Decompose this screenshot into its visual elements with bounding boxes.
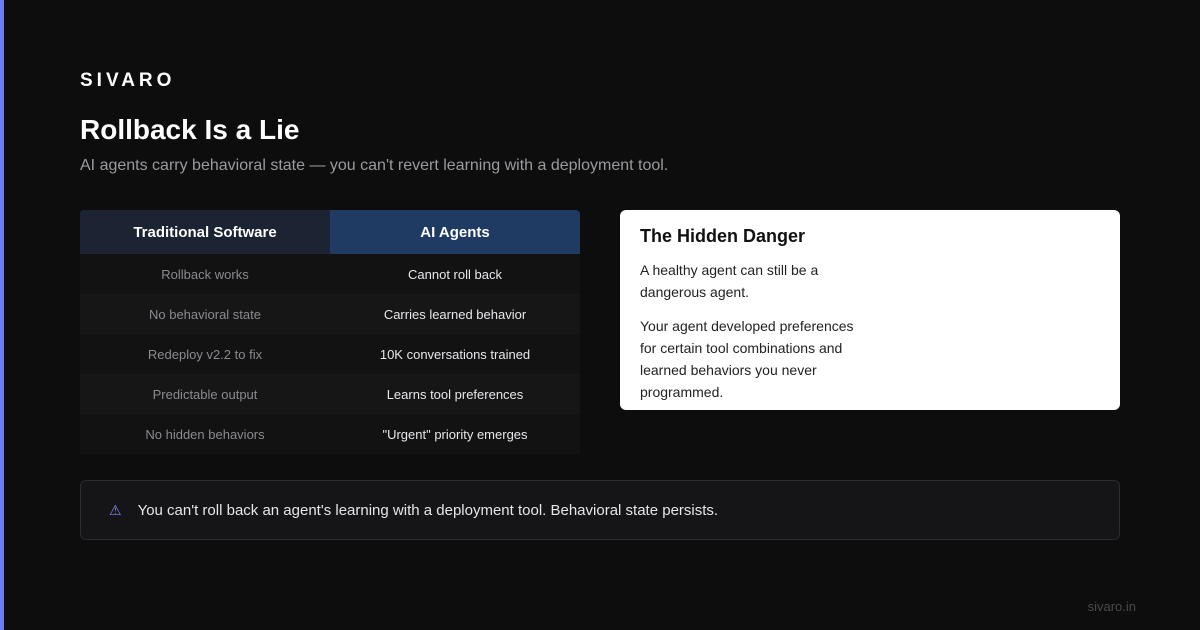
header-traditional-software: Traditional Software [80,210,330,254]
danger-card-paragraph: A healthy agent can still be a dangerous… [640,262,819,300]
ai-agent-cell: Cannot roll back [408,266,502,282]
page-title: Rollback Is a Lie [80,114,300,145]
ai-agent-cell: 10K conversations trained [379,346,531,362]
warning-triangle-icon: ⚠ [109,501,122,518]
slide: SIVARO Rollback Is a Lie AI agents carry… [0,0,1200,630]
page-subtitle: AI agents carry behavioral state — you c… [80,157,669,174]
brand-logo: SIVARO [80,70,176,91]
ai-agent-cell: Carries learned behavior [383,306,527,322]
ai-agent-cell: "Urgent" priority emerges [382,426,528,442]
accent-bar [0,0,4,630]
warning-callout: ⚠ You can't roll back an agent's learnin… [80,480,1120,540]
traditional-cell: Redeploy v2.2 to fix [147,346,263,362]
danger-card-title: The Hidden Danger [640,226,806,246]
table-row: No hidden behaviors "Urgent" priority em… [80,414,580,454]
comparison-table: Traditional Software AI Agents Rollback … [80,210,580,454]
header-ai-agents: AI Agents [330,210,580,254]
traditional-cell: No hidden behaviors [145,426,265,442]
danger-card-paragraph: Your agent developed preferences for cer… [640,318,854,400]
table-row: Predictable output Learns tool preferenc… [80,374,580,414]
table-row: Rollback works Cannot roll back [80,254,580,294]
traditional-cell: Rollback works [161,266,249,282]
traditional-cell: No behavioral state [148,306,261,322]
table-row: Redeploy v2.2 to fix 10K conversations t… [80,334,580,374]
hidden-danger-card: The Hidden Danger A healthy agent can st… [620,210,1120,410]
traditional-cell: Predictable output [152,386,258,402]
comparison-header: Traditional Software AI Agents [80,210,580,254]
warning-text: You can't roll back an agent's learning … [137,501,719,519]
table-row: No behavioral state Carries learned beha… [80,294,580,334]
footer-url: sivaro.in [1087,599,1136,614]
ai-agent-cell: Learns tool preferences [386,386,524,402]
